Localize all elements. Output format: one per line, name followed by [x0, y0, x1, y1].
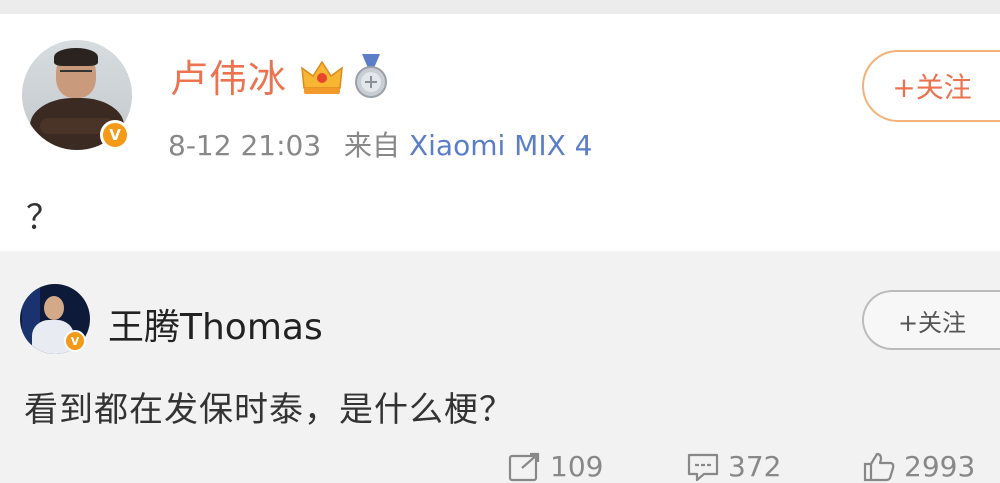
repost-count: 109 — [550, 450, 604, 483]
comment-text: 看到都在发保时泰，是什么梗？ — [24, 390, 514, 430]
medal-icon[interactable] — [350, 52, 392, 100]
verified-badge-icon: V — [64, 330, 86, 352]
comment-count: 372 — [728, 450, 782, 483]
comment-button[interactable]: 372 — [686, 450, 781, 483]
repost-icon — [508, 452, 540, 481]
top-divider — [0, 0, 1000, 14]
source-device-link[interactable]: Xiaomi MIX 4 — [409, 129, 593, 162]
action-bar: 109 372 2993 — [0, 450, 1000, 483]
crown-icon[interactable] — [300, 58, 344, 96]
like-button[interactable]: 2993 — [862, 450, 975, 483]
post-text: ？ — [26, 198, 60, 238]
comment-follow-button[interactable]: +关注 — [862, 290, 1000, 350]
post-timestamp: 8-12 21:03 — [168, 129, 322, 162]
like-count: 2993 — [904, 450, 976, 483]
post-author-name[interactable]: 卢伟冰 — [170, 48, 287, 103]
repost-button[interactable]: 109 — [508, 450, 603, 483]
comment-author-name[interactable]: 王腾Thomas — [108, 298, 323, 350]
comment-icon — [687, 453, 719, 481]
post-author-avatar[interactable]: V — [22, 40, 132, 150]
follow-button[interactable]: +关注 — [862, 50, 1000, 122]
source-prefix: 来自 — [344, 129, 401, 162]
comment-card — [0, 251, 1000, 483]
verified-badge-icon: V — [100, 120, 130, 150]
like-icon — [863, 452, 895, 481]
post-meta: 8-12 21:03 来自 Xiaomi MIX 4 — [168, 124, 593, 164]
